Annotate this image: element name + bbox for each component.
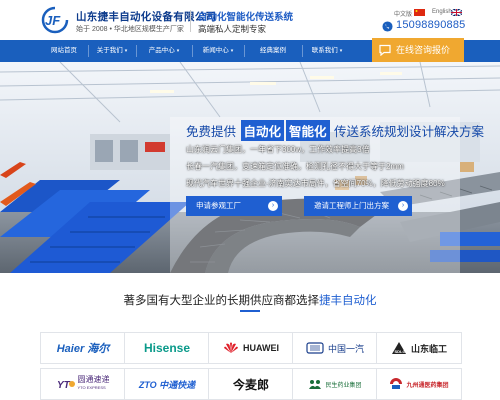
svg-text:SDLG: SDLG (394, 349, 405, 354)
arrow-right-icon: › (398, 201, 408, 211)
partners-heading: 著多国有大型企业的长期供应商都选择捷丰自动化 (0, 292, 500, 308)
header-divider (190, 10, 191, 32)
partner-sub: YTO EXPRESS (77, 385, 106, 390)
caret-down-icon: ▾ (230, 48, 234, 54)
partner-logo-haier[interactable]: Haier 海尔 (40, 332, 126, 364)
partner-name: HUAWEI (243, 343, 279, 353)
caret-down-icon: ▾ (124, 48, 128, 54)
partner-logo-jointown[interactable]: 九州通医药集团 (376, 368, 462, 400)
heading-underline (240, 310, 260, 312)
visit-factory-button[interactable]: 申请参观工厂 › (186, 196, 282, 216)
caret-down-icon: ▾ (339, 48, 343, 54)
invite-engineer-label: 邀请工程师上门出方案 (314, 201, 389, 210)
nav-item-label: 网站首页 (51, 47, 77, 54)
nav-item-about[interactable]: 关于我们 ▾ (88, 40, 136, 62)
invite-engineer-button[interactable]: 邀请工程师上门出方案 › (304, 196, 412, 216)
jointown-logo-icon (390, 378, 403, 389)
banner-case-line-2: 长春一汽集团，变速箱定位准确，检测孔径不得大于等于2mm (186, 162, 404, 171)
nav-item-label: 新闻中心 (202, 47, 229, 54)
partner-name: 民生药业集团 (325, 382, 362, 389)
partners-heading-pre: 著多国有大型企业的长期供应商都选择 (123, 295, 320, 307)
nav-item-contact[interactable]: 联系我们 ▾ (302, 40, 352, 62)
partner-logo-jinmailang[interactable]: 今麦郎 (208, 368, 294, 400)
arrow-right-icon: › (268, 201, 278, 211)
faw-emblem-icon (306, 342, 324, 354)
caret-down-icon: ▾ (176, 48, 180, 54)
nav-item-products[interactable]: 产品中心 ▾ (136, 40, 192, 62)
phone-icon (382, 21, 393, 32)
site-header: JF 山东捷丰自动化设备有限公司 始于 2008 • 华北地区规模生产厂家 自动… (0, 0, 500, 40)
online-consult-label: 在线咨询报价 (396, 45, 451, 55)
partner-name: 山东临工 (410, 343, 447, 354)
nav-item-home[interactable]: 网站首页 (40, 40, 88, 62)
china-flag-icon[interactable] (414, 9, 425, 16)
nav-item-label: 经典案例 (260, 47, 286, 54)
partner-name: Haier 海尔 (56, 343, 110, 355)
banner-headline-pre: 免费提供 (186, 125, 237, 139)
partner-logo-faw[interactable]: 中国一汽 (292, 332, 378, 364)
partner-name: 今麦郎 (232, 377, 269, 392)
online-consult-button[interactable]: 在线咨询报价 (372, 38, 464, 62)
partners-heading-accent: 捷丰自动化 (319, 295, 377, 307)
banner-highlight-intelligent: 智能化 (286, 120, 330, 141)
header-slogan: 自动化智能化传送系统 (198, 12, 294, 23)
partner-name: Hisense (143, 341, 191, 355)
uk-flag-icon[interactable] (451, 9, 462, 16)
partner-name: 圆通速递 (77, 375, 110, 384)
hotline-number[interactable]: 15098890885 (396, 19, 466, 31)
yto-logo-icon: YT (57, 380, 75, 391)
company-logo[interactable]: JF (40, 6, 70, 34)
company-name: 山东捷丰自动化设备有限公司 (76, 11, 217, 23)
minsheng-logo-icon (309, 380, 322, 389)
lang-cn-link[interactable]: 中文版 (394, 9, 412, 18)
nav-item-label: 关于我们 (96, 47, 123, 54)
banner-case-line-3: 现代汽车世界十强企业-济南实达市局件，省空间70%，降低劳动强度80% (186, 179, 445, 188)
company-tagline: 始于 2008 • 华北地区规模生产厂家 (76, 26, 184, 33)
banner-case-line-1: 山东润云门集团，一年省下300w，工作效率提高3倍 (186, 145, 370, 154)
svg-text:YT: YT (57, 380, 71, 391)
visit-factory-label: 申请参观工厂 (196, 201, 241, 210)
hero-banner: 免费提供 自动化 智能化 传送系统规划设计解决方案 山东润云门集团，一年省下300… (0, 62, 500, 273)
logo-text: JF (45, 13, 61, 28)
partner-logo-sdlg[interactable]: SDLG 山东临工 (376, 332, 462, 364)
nav-item-cases[interactable]: 经典案例 (244, 40, 302, 62)
partner-logo-hisense[interactable]: Hisense (124, 332, 210, 364)
header-slogan-sub: 高端私人定制专家 (198, 24, 267, 34)
nav-item-label: 产品中心 (148, 47, 175, 54)
partner-name: 九州通医药集团 (406, 382, 449, 389)
huawei-petal-icon (224, 342, 238, 353)
sdlg-triangle-icon: SDLG (391, 342, 406, 354)
lang-en-link[interactable]: English (432, 9, 452, 15)
nav-item-label: 联系我们 (311, 47, 338, 54)
banner-headline-post: 传送系统规划设计解决方案 (334, 125, 485, 139)
partner-logo-yto[interactable]: YT 圆通速递 YTO EXPRESS (40, 368, 126, 400)
partner-name: ZTO 中通快递 (138, 379, 196, 390)
banner-headline: 免费提供 自动化 智能化 传送系统规划设计解决方案 (186, 120, 484, 141)
banner-highlight-automation: 自动化 (240, 120, 285, 141)
chat-icon (379, 44, 391, 56)
partner-logo-huawei[interactable]: HUAWEI (208, 332, 294, 364)
partner-name: 中国一汽 (327, 343, 364, 354)
partner-logo-minsheng[interactable]: 民生药业集团 (292, 368, 378, 400)
partner-logo-zto[interactable]: ZTO 中通快递 (124, 368, 210, 400)
nav-item-news[interactable]: 新闻中心 ▾ (192, 40, 244, 62)
